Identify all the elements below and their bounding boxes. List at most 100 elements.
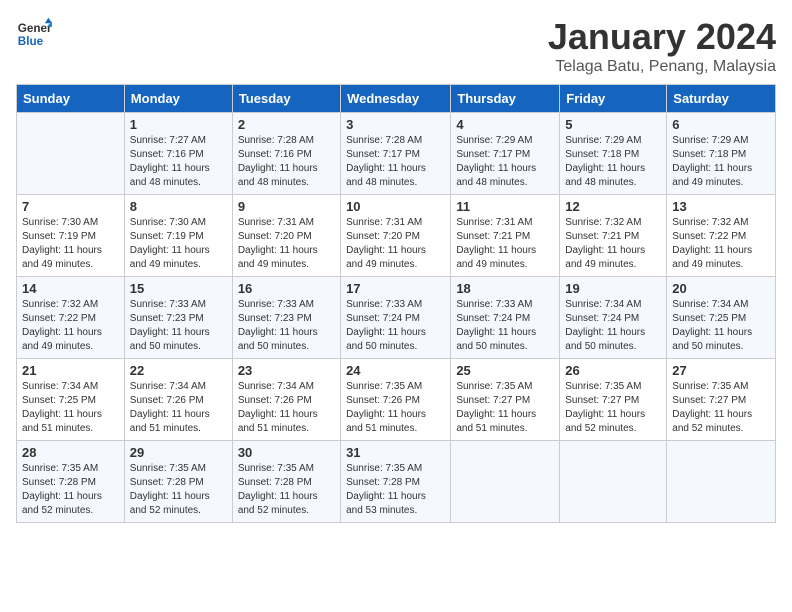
day-number: 4 xyxy=(456,117,554,132)
calendar-cell: 19Sunrise: 7:34 AMSunset: 7:24 PMDayligh… xyxy=(560,277,667,359)
day-info: Sunrise: 7:33 AMSunset: 7:24 PMDaylight:… xyxy=(456,298,554,354)
day-info: Sunrise: 7:31 AMSunset: 7:20 PMDaylight:… xyxy=(346,216,445,272)
day-info: Sunrise: 7:28 AMSunset: 7:16 PMDaylight:… xyxy=(238,134,335,190)
day-info: Sunrise: 7:27 AMSunset: 7:16 PMDaylight:… xyxy=(130,134,227,190)
calendar-title: January 2024 xyxy=(548,16,776,58)
calendar-cell: 3 Sunrise: 7:28 AMSunset: 7:17 PMDaylight… xyxy=(341,113,451,195)
calendar-header-row: SundayMondayTuesdayWednesdayThursdayFrid… xyxy=(17,85,776,113)
day-number: 16 xyxy=(238,281,335,296)
day-number: 23 xyxy=(238,363,335,378)
calendar-cell: 31Sunrise: 7:35 AMSunset: 7:28 PMDayligh… xyxy=(341,441,451,523)
day-number: 9 xyxy=(238,199,335,214)
day-number: 20 xyxy=(672,281,770,296)
calendar-cell: 2 Sunrise: 7:28 AMSunset: 7:16 PMDaylight… xyxy=(232,113,340,195)
page-header: General Blue January 2024 Telaga Batu, P… xyxy=(16,16,776,76)
calendar-cell: 4 Sunrise: 7:29 AMSunset: 7:17 PMDaylight… xyxy=(451,113,560,195)
column-header-saturday: Saturday xyxy=(667,85,776,113)
day-number: 26 xyxy=(565,363,661,378)
day-number: 27 xyxy=(672,363,770,378)
day-info: Sunrise: 7:28 AMSunset: 7:17 PMDaylight:… xyxy=(346,134,445,190)
day-info: Sunrise: 7:35 AMSunset: 7:26 PMDaylight:… xyxy=(346,380,445,436)
day-info: Sunrise: 7:32 AMSunset: 7:22 PMDaylight:… xyxy=(22,298,119,354)
day-number: 29 xyxy=(130,445,227,460)
day-number: 6 xyxy=(672,117,770,132)
day-info: Sunrise: 7:34 AMSunset: 7:25 PMDaylight:… xyxy=(22,380,119,436)
column-header-monday: Monday xyxy=(124,85,232,113)
calendar-week-row: 14Sunrise: 7:32 AMSunset: 7:22 PMDayligh… xyxy=(17,277,776,359)
calendar-cell: 18 Sunrise: 7:33 AMSunset: 7:24 PMDayligh… xyxy=(451,277,560,359)
calendar-cell: 9 Sunrise: 7:31 AMSunset: 7:20 PMDaylight… xyxy=(232,195,340,277)
calendar-week-row: 7 Sunrise: 7:30 AMSunset: 7:19 PMDaylight… xyxy=(17,195,776,277)
calendar-cell: 10 Sunrise: 7:31 AMSunset: 7:20 PMDayligh… xyxy=(341,195,451,277)
day-number: 10 xyxy=(346,199,445,214)
day-number: 19 xyxy=(565,281,661,296)
calendar-cell: 16 Sunrise: 7:33 AMSunset: 7:23 PMDayligh… xyxy=(232,277,340,359)
calendar-cell xyxy=(667,441,776,523)
calendar-subtitle: Telaga Batu, Penang, Malaysia xyxy=(548,58,776,76)
svg-text:General: General xyxy=(18,22,52,35)
day-number: 5 xyxy=(565,117,661,132)
day-number: 2 xyxy=(238,117,335,132)
day-number: 22 xyxy=(130,363,227,378)
day-number: 11 xyxy=(456,199,554,214)
day-info: Sunrise: 7:35 AMSunset: 7:27 PMDaylight:… xyxy=(456,380,554,436)
day-info: Sunrise: 7:35 AMSunset: 7:28 PMDaylight:… xyxy=(130,462,227,518)
day-number: 30 xyxy=(238,445,335,460)
day-info: Sunrise: 7:32 AMSunset: 7:21 PMDaylight:… xyxy=(565,216,661,272)
calendar-cell: 27Sunrise: 7:35 AMSunset: 7:27 PMDayligh… xyxy=(667,359,776,441)
calendar-cell: 22Sunrise: 7:34 AMSunset: 7:26 PMDayligh… xyxy=(124,359,232,441)
calendar-cell: 8 Sunrise: 7:30 AMSunset: 7:19 PMDaylight… xyxy=(124,195,232,277)
calendar-cell: 23 Sunrise: 7:34 AMSunset: 7:26 PMDayligh… xyxy=(232,359,340,441)
svg-text:Blue: Blue xyxy=(18,35,44,48)
calendar-title-section: January 2024 Telaga Batu, Penang, Malays… xyxy=(548,16,776,76)
logo: General Blue xyxy=(16,16,52,52)
calendar-cell: 17Sunrise: 7:33 AMSunset: 7:24 PMDayligh… xyxy=(341,277,451,359)
day-number: 18 xyxy=(456,281,554,296)
calendar-cell: 5Sunrise: 7:29 AMSunset: 7:18 PMDaylight… xyxy=(560,113,667,195)
day-info: Sunrise: 7:30 AMSunset: 7:19 PMDaylight:… xyxy=(22,216,119,272)
calendar-cell: 15Sunrise: 7:33 AMSunset: 7:23 PMDayligh… xyxy=(124,277,232,359)
day-info: Sunrise: 7:35 AMSunset: 7:28 PMDaylight:… xyxy=(22,462,119,518)
calendar-week-row: 28Sunrise: 7:35 AMSunset: 7:28 PMDayligh… xyxy=(17,441,776,523)
calendar-cell: 11 Sunrise: 7:31 AMSunset: 7:21 PMDayligh… xyxy=(451,195,560,277)
column-header-sunday: Sunday xyxy=(17,85,125,113)
calendar-cell: 6 Sunrise: 7:29 AMSunset: 7:18 PMDaylight… xyxy=(667,113,776,195)
day-info: Sunrise: 7:35 AMSunset: 7:27 PMDaylight:… xyxy=(565,380,661,436)
day-number: 24 xyxy=(346,363,445,378)
day-info: Sunrise: 7:31 AMSunset: 7:20 PMDaylight:… xyxy=(238,216,335,272)
day-number: 7 xyxy=(22,199,119,214)
calendar-cell xyxy=(17,113,125,195)
calendar-cell: 20Sunrise: 7:34 AMSunset: 7:25 PMDayligh… xyxy=(667,277,776,359)
logo-icon: General Blue xyxy=(16,16,52,52)
day-info: Sunrise: 7:34 AMSunset: 7:26 PMDaylight:… xyxy=(238,380,335,436)
day-number: 25 xyxy=(456,363,554,378)
day-number: 8 xyxy=(130,199,227,214)
day-number: 1 xyxy=(130,117,227,132)
day-info: Sunrise: 7:29 AMSunset: 7:18 PMDaylight:… xyxy=(672,134,770,190)
column-header-tuesday: Tuesday xyxy=(232,85,340,113)
day-info: Sunrise: 7:35 AMSunset: 7:28 PMDaylight:… xyxy=(238,462,335,518)
calendar-cell: 7 Sunrise: 7:30 AMSunset: 7:19 PMDaylight… xyxy=(17,195,125,277)
calendar-cell: 21Sunrise: 7:34 AMSunset: 7:25 PMDayligh… xyxy=(17,359,125,441)
column-header-wednesday: Wednesday xyxy=(341,85,451,113)
calendar-cell: 1 Sunrise: 7:27 AMSunset: 7:16 PMDaylight… xyxy=(124,113,232,195)
day-number: 12 xyxy=(565,199,661,214)
calendar-cell: 28Sunrise: 7:35 AMSunset: 7:28 PMDayligh… xyxy=(17,441,125,523)
day-info: Sunrise: 7:33 AMSunset: 7:24 PMDaylight:… xyxy=(346,298,445,354)
day-number: 31 xyxy=(346,445,445,460)
calendar-cell: 26 Sunrise: 7:35 AMSunset: 7:27 PMDayligh… xyxy=(560,359,667,441)
day-info: Sunrise: 7:29 AMSunset: 7:17 PMDaylight:… xyxy=(456,134,554,190)
day-number: 3 xyxy=(346,117,445,132)
day-info: Sunrise: 7:30 AMSunset: 7:19 PMDaylight:… xyxy=(130,216,227,272)
calendar-cell: 30 Sunrise: 7:35 AMSunset: 7:28 PMDayligh… xyxy=(232,441,340,523)
calendar-cell: 12 Sunrise: 7:32 AMSunset: 7:21 PMDayligh… xyxy=(560,195,667,277)
calendar-cell xyxy=(560,441,667,523)
column-header-thursday: Thursday xyxy=(451,85,560,113)
day-number: 13 xyxy=(672,199,770,214)
day-info: Sunrise: 7:31 AMSunset: 7:21 PMDaylight:… xyxy=(456,216,554,272)
calendar-cell: 25 Sunrise: 7:35 AMSunset: 7:27 PMDayligh… xyxy=(451,359,560,441)
day-info: Sunrise: 7:32 AMSunset: 7:22 PMDaylight:… xyxy=(672,216,770,272)
calendar-cell: 29 Sunrise: 7:35 AMSunset: 7:28 PMDayligh… xyxy=(124,441,232,523)
calendar-week-row: 1 Sunrise: 7:27 AMSunset: 7:16 PMDaylight… xyxy=(17,113,776,195)
day-info: Sunrise: 7:33 AMSunset: 7:23 PMDaylight:… xyxy=(238,298,335,354)
